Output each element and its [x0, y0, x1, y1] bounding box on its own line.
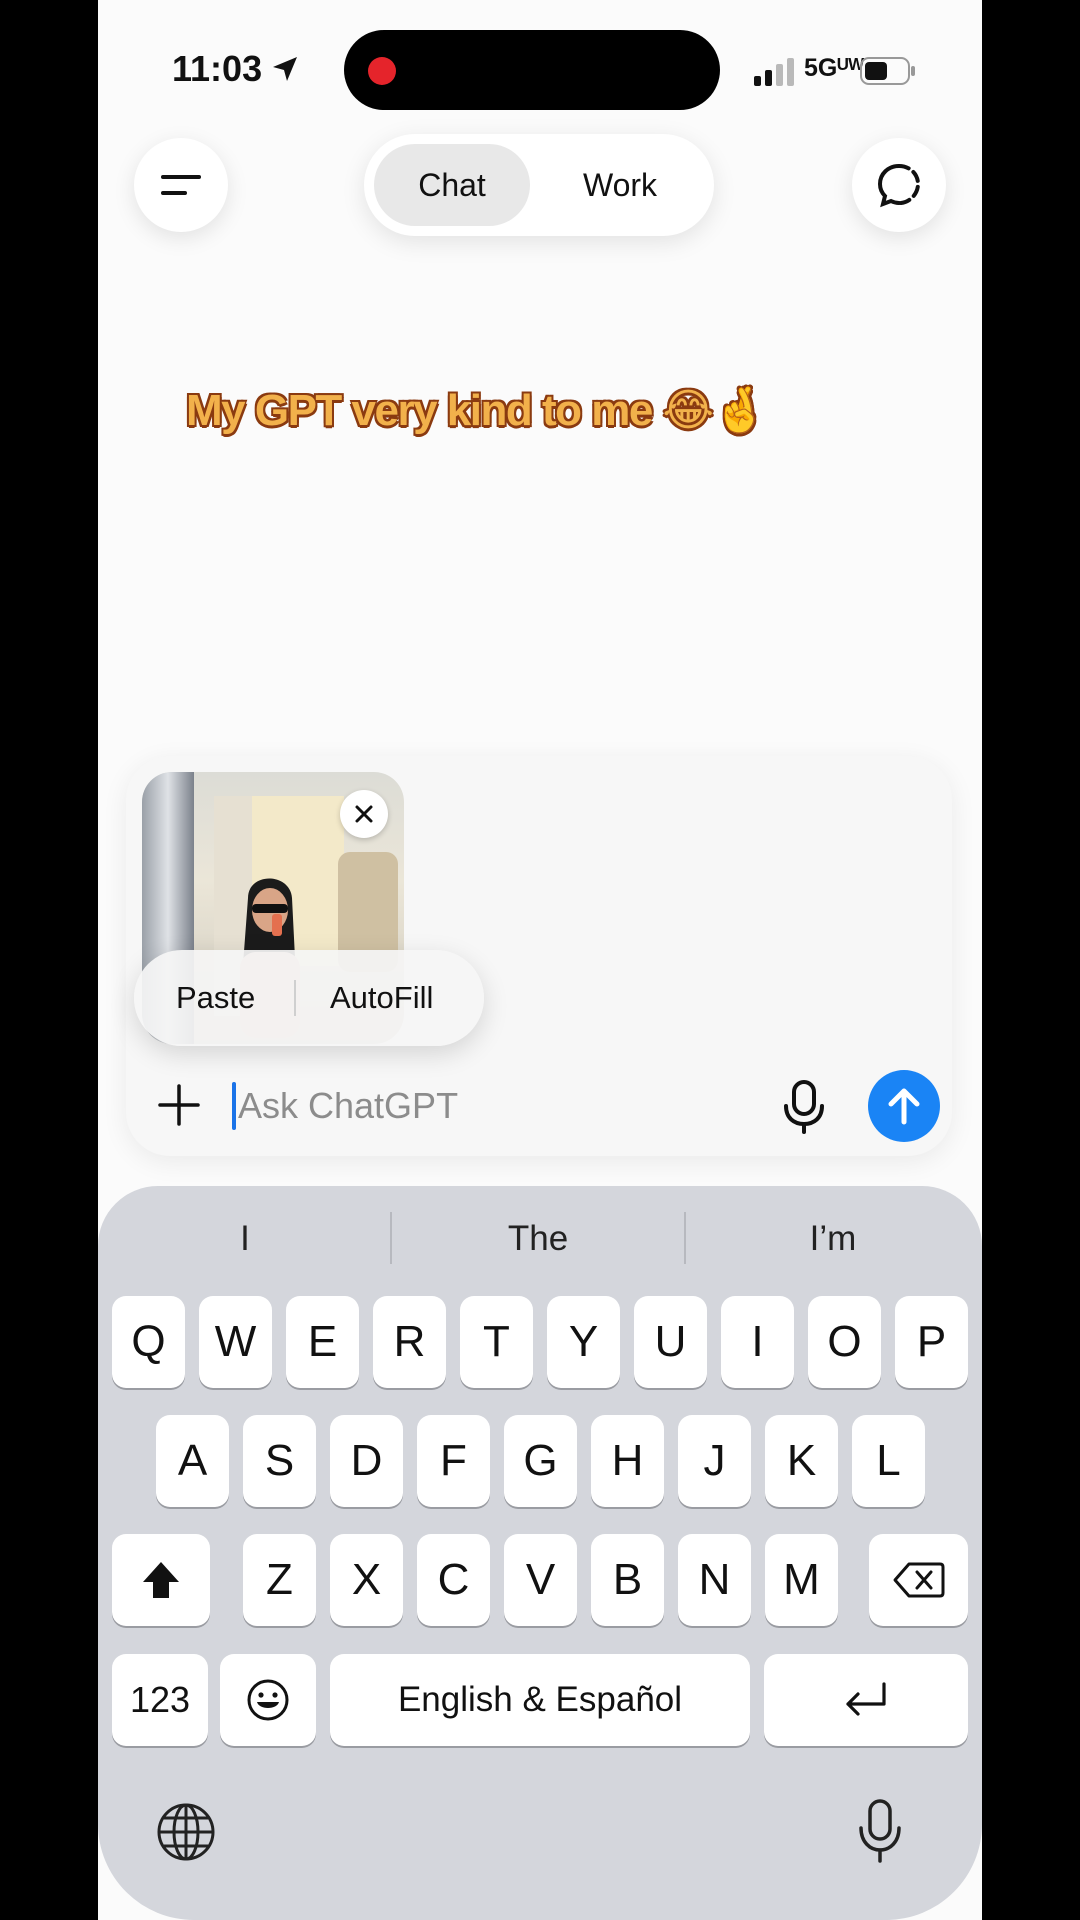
- suggestion-3[interactable]: I’m: [690, 1214, 976, 1264]
- remove-attachment-button[interactable]: [340, 790, 388, 838]
- microphone-icon[interactable]: [778, 1078, 830, 1134]
- key-d[interactable]: D: [330, 1415, 403, 1507]
- key-i[interactable]: I: [721, 1296, 794, 1388]
- tab-work[interactable]: Work: [540, 144, 700, 226]
- return-icon: [846, 1682, 886, 1716]
- key-o[interactable]: O: [808, 1296, 881, 1388]
- hamburger-icon: [161, 175, 201, 195]
- network-type: 5Gᵁᵂ: [804, 54, 865, 82]
- key-a[interactable]: A: [156, 1415, 229, 1507]
- recording-dot-icon: [368, 57, 396, 85]
- send-button[interactable]: [868, 1070, 940, 1142]
- paste-menu-item[interactable]: Paste: [176, 950, 255, 1046]
- key-m[interactable]: M: [765, 1534, 838, 1626]
- space-key[interactable]: English & Español: [330, 1654, 750, 1746]
- location-arrow-icon: [273, 57, 297, 81]
- key-p[interactable]: P: [895, 1296, 968, 1388]
- close-icon: [355, 805, 373, 823]
- key-j[interactable]: J: [678, 1415, 751, 1507]
- backspace-key[interactable]: [869, 1534, 968, 1626]
- caption-text: My GPT very kind to me 😂🤞: [186, 386, 767, 435]
- shift-icon: [143, 1562, 179, 1598]
- globe-icon[interactable]: [156, 1802, 216, 1862]
- suggestion-2[interactable]: The: [395, 1214, 681, 1264]
- emoji-key[interactable]: [220, 1654, 316, 1746]
- dictation-icon[interactable]: [856, 1798, 904, 1864]
- key-c[interactable]: C: [417, 1534, 490, 1626]
- key-k[interactable]: K: [765, 1415, 838, 1507]
- key-r[interactable]: R: [373, 1296, 446, 1388]
- tab-chat[interactable]: Chat: [374, 144, 530, 226]
- mode-switcher: Chat Work: [364, 134, 714, 236]
- backspace-icon: [893, 1562, 945, 1598]
- new-chat-icon: [877, 164, 921, 208]
- numbers-key[interactable]: 123: [112, 1654, 208, 1746]
- key-x[interactable]: X: [330, 1534, 403, 1626]
- edit-context-menu: Paste AutoFill: [134, 950, 484, 1046]
- key-y[interactable]: Y: [547, 1296, 620, 1388]
- phone-screen: 11:03 5Gᵁᵂ Chat Work My GPT very kind to…: [98, 0, 982, 1920]
- emoji-icon: [247, 1679, 289, 1721]
- suggestion-1[interactable]: I: [102, 1214, 388, 1264]
- key-b[interactable]: B: [591, 1534, 664, 1626]
- key-l[interactable]: L: [852, 1415, 925, 1507]
- key-n[interactable]: N: [678, 1534, 751, 1626]
- cellular-signal-icon: [754, 58, 794, 86]
- key-e[interactable]: E: [286, 1296, 359, 1388]
- key-s[interactable]: S: [243, 1415, 316, 1507]
- shift-key[interactable]: [112, 1534, 210, 1626]
- key-u[interactable]: U: [634, 1296, 707, 1388]
- text-cursor: [232, 1082, 236, 1130]
- key-w[interactable]: W: [199, 1296, 272, 1388]
- battery-icon: [860, 57, 915, 85]
- key-z[interactable]: Z: [243, 1534, 316, 1626]
- ask-input[interactable]: Ask ChatGPT: [238, 1082, 458, 1130]
- status-time: 11:03: [172, 48, 263, 89]
- key-h[interactable]: H: [591, 1415, 664, 1507]
- key-f[interactable]: F: [417, 1415, 490, 1507]
- key-v[interactable]: V: [504, 1534, 577, 1626]
- menu-button[interactable]: [134, 138, 228, 232]
- new-chat-button[interactable]: [852, 138, 946, 232]
- plus-icon[interactable]: [154, 1080, 204, 1130]
- key-t[interactable]: T: [460, 1296, 533, 1388]
- dynamic-island: [344, 30, 720, 110]
- return-key[interactable]: [764, 1654, 968, 1746]
- key-q[interactable]: Q: [112, 1296, 185, 1388]
- autofill-menu-item[interactable]: AutoFill: [330, 950, 433, 1046]
- send-arrow-icon: [888, 1088, 920, 1125]
- key-g[interactable]: G: [504, 1415, 577, 1507]
